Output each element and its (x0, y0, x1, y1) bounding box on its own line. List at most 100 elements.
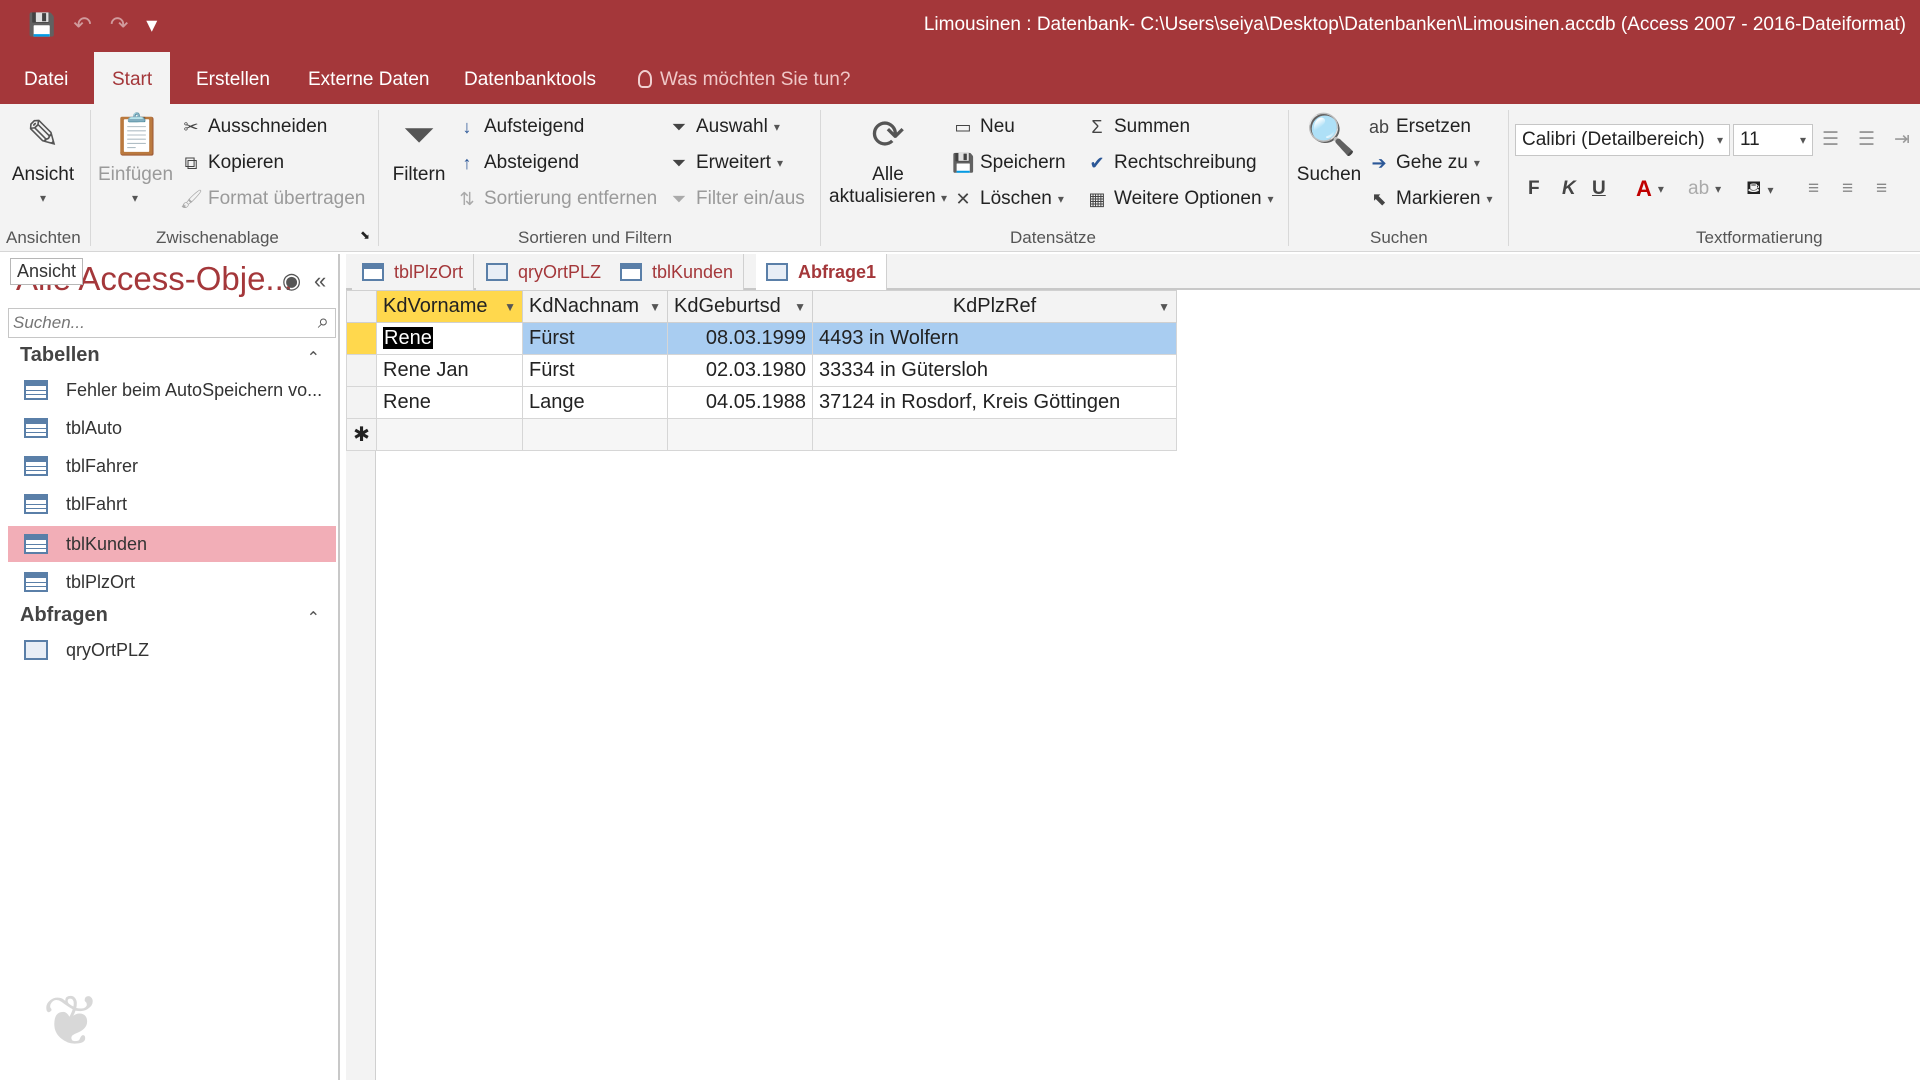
redo-icon[interactable]: ↷ (110, 12, 128, 38)
fill-color-icon[interactable]: ⛾ ▾ (1746, 178, 1774, 202)
cell-kdplzref[interactable]: 33334 in Gütersloh (812, 354, 1177, 387)
ansicht-button[interactable]: ✎ Ansicht ▾ (10, 112, 76, 208)
column-dropdown-icon[interactable]: ▼ (649, 300, 661, 314)
column-dropdown-icon[interactable]: ▼ (1158, 300, 1170, 314)
filter-ein-aus-button[interactable]: ⏷ Filter ein/aus (668, 188, 805, 210)
font-color-icon[interactable]: A ▾ (1636, 176, 1664, 202)
column-dropdown-icon[interactable]: ▼ (794, 300, 806, 314)
font-name-select[interactable]: Calibri (Detailbereich) ▾ (1515, 124, 1730, 156)
cell-kdplzref[interactable]: 4493 in Wolfern (812, 322, 1177, 355)
search-icon[interactable]: ⌕ (318, 311, 329, 334)
cell-kdvorname[interactable]: Rene (376, 322, 523, 355)
navigation-pane: Alle Access-Obje... Ansicht ◉ « ⌕ Tabell… (6, 254, 340, 1080)
nav-item-tblplzort[interactable]: tblPlzOrt (8, 564, 336, 600)
bold-button[interactable]: F (1528, 178, 1540, 200)
tab-datei[interactable]: Datei (10, 52, 82, 104)
cell-kdvorname[interactable]: Rene (376, 386, 523, 419)
nav-item-tblfahrt[interactable]: tblFahrt (8, 486, 336, 522)
kopieren-button[interactable]: ⧉ Kopieren (180, 152, 285, 174)
nav-item-tblfahrer[interactable]: tblFahrer (8, 448, 336, 484)
cell-kdgeburtsd[interactable]: 04.05.1988 (667, 386, 813, 419)
cell-kdnachnam[interactable]: Fürst (522, 354, 668, 387)
record-selector[interactable] (346, 386, 377, 419)
font-size-select[interactable]: 11 ▾ (1733, 124, 1813, 156)
erweitert-button[interactable]: ⏷ Erweitert ▾ (668, 152, 783, 174)
underline-button[interactable]: U (1592, 178, 1606, 200)
collapse-abfragen-icon[interactable]: ⌃ (307, 608, 320, 628)
neu-button[interactable]: ▭ Neu (952, 116, 1014, 138)
nav-item-fehler-autospeichern[interactable]: Fehler beim AutoSpeichern vo... (8, 372, 336, 408)
italic-button[interactable]: K (1562, 178, 1576, 200)
doc-tab-tblplzort[interactable]: tblPlzOrt (352, 254, 475, 290)
column-dropdown-icon[interactable]: ▼ (504, 300, 516, 314)
nav-menu-chevron-icon[interactable]: ◉ (282, 268, 301, 294)
clipboard-launcher-icon[interactable]: ⬊ (360, 228, 370, 242)
align-center-icon[interactable]: ≡ (1842, 178, 1853, 200)
markieren-button[interactable]: ⬉ Markieren ▾ (1368, 188, 1492, 210)
align-right-icon[interactable]: ≡ (1876, 178, 1887, 200)
nav-item-tblauto[interactable]: tblAuto (8, 410, 336, 446)
doc-tab-tblkunden[interactable]: tblKunden (610, 254, 745, 290)
tell-me-box[interactable]: Was möchten Sie tun? (624, 52, 864, 104)
rechtschreibung-button[interactable]: ✔ Rechtschreibung (1086, 152, 1256, 174)
new-cell[interactable] (522, 418, 668, 451)
doc-tab-qryortplz[interactable]: qryOrtPLZ (476, 254, 613, 290)
suchen-button[interactable]: 🔍 Suchen (1294, 112, 1364, 186)
section-tabellen[interactable]: Tabellen (20, 344, 100, 367)
filtern-button[interactable]: ⏷ Filtern (388, 112, 450, 186)
column-header-kdplzref[interactable]: KdPlzRef ▼ (812, 290, 1177, 323)
sortierung-entfernen-button[interactable]: ⇅ Sortierung entfernen (456, 188, 657, 210)
speichern-button[interactable]: 💾 Speichern (952, 152, 1066, 174)
tab-externe-daten[interactable]: Externe Daten (294, 52, 443, 104)
bullet-list-icon[interactable]: ☰ (1822, 128, 1839, 151)
ausschneiden-button[interactable]: ✂ Ausschneiden (180, 116, 327, 138)
ersetzen-button[interactable]: ab Ersetzen (1368, 116, 1471, 138)
column-header-kdgeburtsd[interactable]: KdGeburtsd ▼ (667, 290, 813, 323)
select-all-corner[interactable] (346, 290, 377, 323)
nav-search-input[interactable] (9, 309, 289, 337)
tab-start[interactable]: Start (94, 52, 171, 104)
column-header-kdnachnam[interactable]: KdNachnam ▼ (522, 290, 668, 323)
tab-datenbanktools[interactable]: Datenbanktools (450, 52, 610, 104)
format-uebertragen-button[interactable]: 🖌 Format übertragen (180, 188, 365, 210)
align-left-icon[interactable]: ≡ (1808, 178, 1819, 200)
new-record-row[interactable]: ✱ (346, 418, 1177, 451)
summen-button[interactable]: Σ Summen (1086, 116, 1190, 138)
cell-kdnachnam[interactable]: Lange (522, 386, 668, 419)
save-icon[interactable]: 💾 (28, 12, 55, 38)
gehe-zu-button[interactable]: ➔ Gehe zu ▾ (1368, 152, 1479, 174)
tab-erstellen[interactable]: Erstellen (182, 52, 284, 104)
nav-item-tblkunden[interactable]: tblKunden (8, 526, 336, 562)
table-row[interactable]: Rene Jan Fürst 02.03.1980 33334 in Güter… (346, 354, 1177, 387)
collapse-tabellen-icon[interactable]: ⌃ (307, 348, 320, 368)
highlight-icon[interactable]: ab ▾ (1688, 178, 1721, 200)
new-cell[interactable] (812, 418, 1177, 451)
table-row[interactable]: Rene Lange 04.05.1988 37124 in Rosdorf, … (346, 386, 1177, 419)
collapse-pane-icon[interactable]: « (314, 268, 326, 294)
column-header-kdvorname[interactable]: KdVorname ▼ (376, 290, 523, 323)
new-cell[interactable] (376, 418, 523, 451)
section-abfragen[interactable]: Abfragen (20, 604, 108, 627)
absteigend-button[interactable]: ↑ Absteigend (456, 152, 580, 174)
new-cell[interactable] (667, 418, 813, 451)
cell-kdplzref[interactable]: 37124 in Rosdorf, Kreis Göttingen (812, 386, 1177, 419)
cell-kdgeburtsd[interactable]: 08.03.1999 (667, 322, 813, 355)
record-selector[interactable] (346, 322, 377, 355)
nav-item-qryortplz[interactable]: qryOrtPLZ (8, 632, 336, 668)
auswahl-button[interactable]: ⏷ Auswahl ▾ (668, 116, 780, 138)
doc-tab-abfrage1[interactable]: Abfrage1 (756, 254, 888, 290)
indent-icon[interactable]: ⇥ (1894, 128, 1910, 151)
cell-kdgeburtsd[interactable]: 02.03.1980 (667, 354, 813, 387)
aufsteigend-button[interactable]: ↓ Aufsteigend (456, 116, 585, 138)
table-row[interactable]: Rene Fürst 08.03.1999 4493 in Wolfern (346, 322, 1177, 355)
record-selector[interactable] (346, 354, 377, 387)
cell-kdnachnam[interactable]: Fürst (522, 322, 668, 355)
customize-qat-icon[interactable]: ▾ (146, 12, 157, 38)
undo-icon[interactable]: ↶ (73, 12, 91, 38)
cell-kdvorname[interactable]: Rene Jan (376, 354, 523, 387)
numbered-list-icon[interactable]: ☰ (1858, 128, 1875, 151)
einfuegen-button[interactable]: 📋 Einfügen ▾ (98, 112, 173, 208)
weitere-optionen-button[interactable]: ▦ Weitere Optionen ▾ (1086, 188, 1273, 210)
alle-aktualisieren-button[interactable]: ⟳ Alle aktualisieren ▾ (828, 112, 948, 208)
loeschen-button[interactable]: ✕ Löschen ▾ (952, 188, 1063, 210)
